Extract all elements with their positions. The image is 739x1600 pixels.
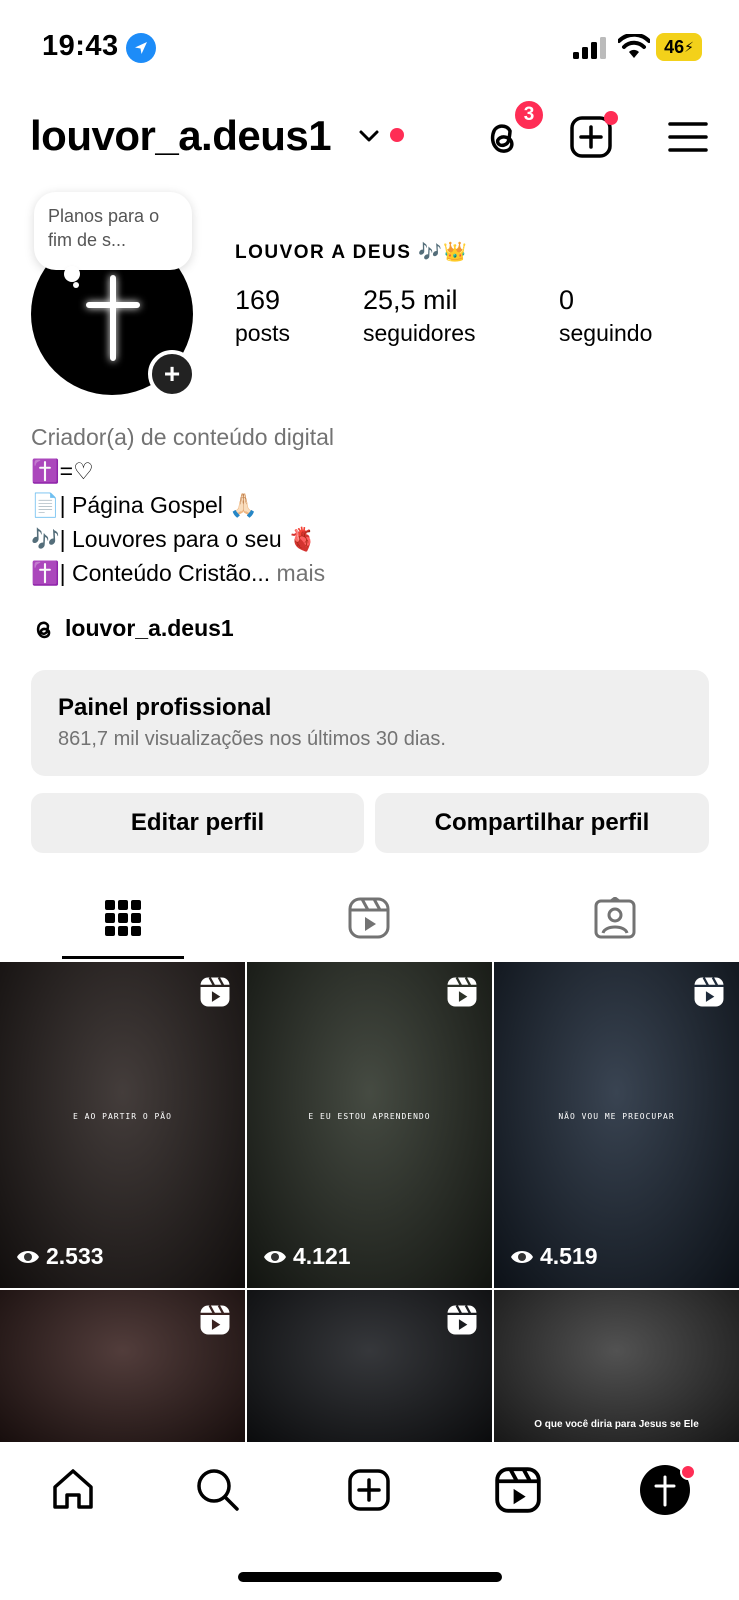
post-caption: E AO PARTIR O PÃO bbox=[73, 1111, 172, 1121]
reel-indicator-icon bbox=[694, 976, 724, 1007]
nav-search[interactable] bbox=[193, 1465, 243, 1515]
bio-line: ✝️=♡ bbox=[31, 458, 94, 484]
status-time: 19:43 bbox=[42, 30, 119, 62]
battery-indicator: 46 ⚡ bbox=[656, 33, 702, 61]
bio-more-link[interactable]: mais bbox=[270, 560, 326, 586]
home-indicator bbox=[238, 1572, 502, 1582]
search-icon bbox=[197, 1469, 239, 1511]
bio-line-last: ✝️| Conteúdo Cristão... mais bbox=[31, 556, 711, 590]
post-caption: O que você diria para Jesus se Ele bbox=[534, 1419, 699, 1430]
account-notification-dot bbox=[390, 128, 404, 142]
nav-reels[interactable] bbox=[493, 1465, 543, 1515]
view-count: 4.121 bbox=[263, 1243, 351, 1270]
view-count-value: 4.519 bbox=[540, 1243, 598, 1269]
grid-post[interactable]: E EU ESTOU APRENDENDO 4.121 bbox=[247, 962, 492, 1288]
tagged-icon bbox=[594, 897, 636, 939]
post-caption: E EU ESTOU APRENDENDO bbox=[308, 1111, 431, 1121]
menu-icon[interactable] bbox=[665, 114, 711, 160]
account-username[interactable]: louvor_a.deus1 bbox=[30, 112, 332, 160]
nav-create[interactable] bbox=[344, 1465, 394, 1515]
reel-indicator-icon bbox=[447, 1304, 477, 1335]
tab-tagged[interactable] bbox=[492, 878, 738, 958]
stat-value: 25,5 mil bbox=[363, 285, 458, 315]
bio-line: 📄| Página Gospel 🙏🏻 bbox=[31, 492, 258, 518]
threads-badge: 3 bbox=[512, 98, 546, 132]
cellular-signal-icon bbox=[573, 37, 606, 59]
reels-icon bbox=[495, 1467, 541, 1513]
threads-icon bbox=[36, 621, 51, 638]
stat-label: seguindo bbox=[559, 320, 653, 346]
stat-following[interactable]: 0 seguindo bbox=[559, 285, 652, 347]
view-count: 4.519 bbox=[510, 1243, 598, 1270]
view-count-value: 4.121 bbox=[293, 1243, 351, 1269]
create-post-icon bbox=[348, 1469, 390, 1511]
grid-post[interactable]: O que você diria para Jesus se Ele bbox=[494, 1290, 739, 1442]
eye-icon bbox=[264, 1250, 286, 1263]
tab-reels[interactable] bbox=[246, 878, 492, 958]
threads-handle: louvor_a.deus1 bbox=[65, 615, 234, 641]
bio-line: ✝️| Conteúdo Cristão... bbox=[31, 560, 271, 586]
status-bar: 19:43 46 ⚡ bbox=[0, 0, 739, 90]
note-bubble[interactable]: Planos para o fim de s... bbox=[34, 192, 192, 282]
reel-indicator-icon bbox=[200, 1304, 230, 1335]
stat-value: 0 bbox=[559, 285, 575, 315]
panel-title: Painel profissional bbox=[58, 694, 272, 721]
reels-icon bbox=[348, 897, 390, 939]
threads-profile-link[interactable]: louvor_a.deus1 bbox=[31, 615, 234, 642]
profile-bio: Criador(a) de conteúdo digital ✝️=♡ 📄| P… bbox=[31, 420, 711, 590]
grid-post[interactable]: E AO PARTIR O PÃO 2.533 bbox=[0, 962, 245, 1288]
profile-notification-dot bbox=[680, 1464, 696, 1480]
post-caption: NÃO VOU ME PREOCUPAR bbox=[558, 1111, 675, 1121]
charging-bolt-icon: ⚡ bbox=[684, 38, 694, 55]
reel-indicator-icon bbox=[447, 976, 477, 1007]
battery-level: 46 bbox=[664, 36, 685, 57]
create-notification-dot bbox=[604, 111, 618, 125]
edit-profile-button[interactable]: Editar perfil bbox=[31, 793, 364, 853]
wifi-icon bbox=[618, 34, 650, 58]
stat-label: seguidores bbox=[363, 320, 476, 346]
grid-icon bbox=[105, 900, 141, 936]
grid-post[interactable]: NÃO VOU ME PREOCUPAR 4.519 bbox=[494, 962, 739, 1288]
grid-post[interactable] bbox=[247, 1290, 492, 1442]
chevron-down-icon[interactable] bbox=[358, 128, 380, 144]
active-tab-indicator bbox=[62, 956, 184, 959]
stat-followers[interactable]: 25,5 mil seguidores bbox=[363, 285, 476, 347]
professional-dashboard[interactable]: Painel profissional 861,7 mil visualizaç… bbox=[31, 670, 709, 776]
reel-indicator-icon bbox=[200, 976, 230, 1007]
home-icon bbox=[53, 1469, 93, 1509]
add-story-button[interactable]: + bbox=[148, 350, 196, 398]
bio-line: 🎶| Louvores para o seu 🫀 bbox=[31, 526, 317, 552]
nav-home[interactable] bbox=[48, 1465, 98, 1515]
view-count-value: 2.533 bbox=[46, 1243, 104, 1269]
stat-value: 169 bbox=[235, 285, 281, 315]
grid-post[interactable] bbox=[0, 1290, 245, 1442]
stat-label: posts bbox=[235, 320, 290, 346]
location-arrow-icon bbox=[126, 33, 156, 63]
display-name: LOUVOR A DEUS 🎶👑 bbox=[235, 242, 469, 263]
view-count: 2.533 bbox=[16, 1243, 104, 1270]
tab-posts-grid[interactable] bbox=[0, 878, 246, 958]
bio-category: Criador(a) de conteúdo digital bbox=[31, 424, 335, 450]
eye-icon bbox=[17, 1250, 39, 1263]
eye-icon bbox=[511, 1250, 533, 1263]
panel-subtitle: 861,7 mil visualizações nos últimos 30 d… bbox=[58, 728, 446, 750]
stat-posts[interactable]: 169 posts bbox=[235, 285, 290, 347]
profile-header: louvor_a.deus1 bbox=[0, 108, 739, 168]
share-profile-button[interactable]: Compartilhar perfil bbox=[375, 793, 709, 853]
